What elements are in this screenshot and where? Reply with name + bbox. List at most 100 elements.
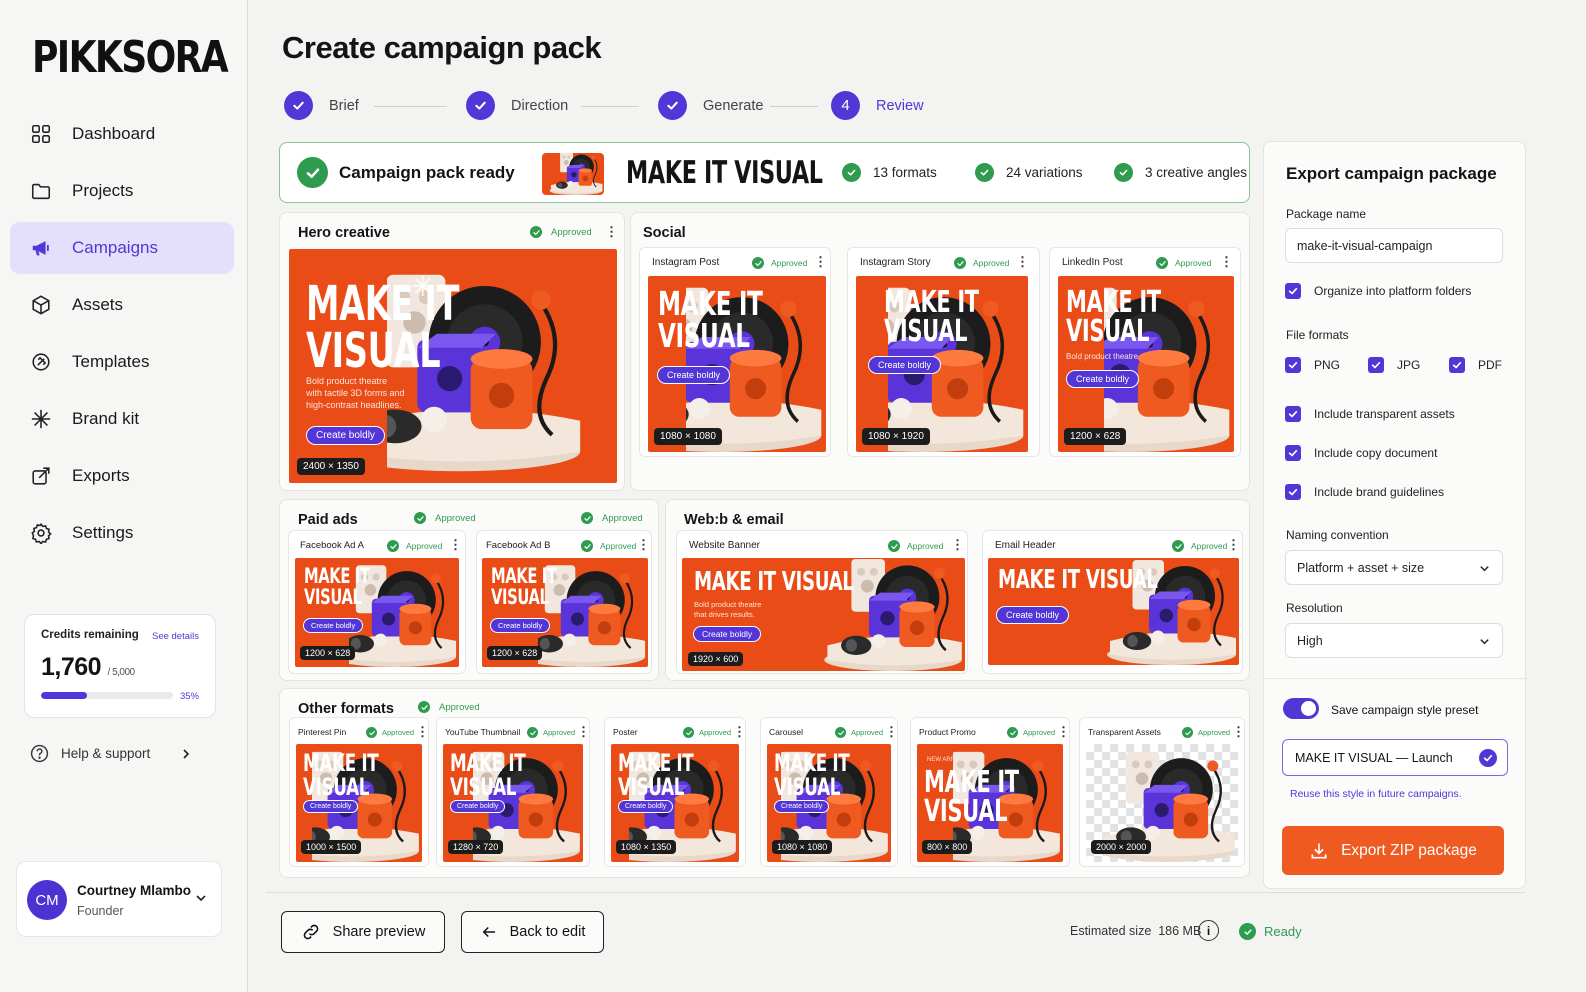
credits-total: / 5,000 (107, 667, 136, 678)
preset-name-input[interactable]: MAKE IT VISUAL — Launch (1282, 739, 1508, 776)
sidebar-item-campaigns[interactable]: Campaigns (10, 222, 234, 274)
more-options-icon[interactable]: ⋮ (1220, 254, 1233, 270)
hero-creative-card: Hero creative Approved ⋮ MAKE IT VISUAL … (279, 212, 625, 491)
approved-badge: Approved (888, 540, 943, 552)
app-logo[interactable]: PIKKSORA (32, 32, 229, 83)
step-generate[interactable]: Generate (658, 91, 763, 120)
more-options-icon[interactable]: ⋮ (577, 724, 590, 740)
button-label: Export ZIP package (1341, 841, 1477, 859)
transparent-assets-checkbox[interactable]: Include transparent assets (1285, 406, 1455, 422)
stepper: Brief Direction Generate 4 Review (282, 91, 982, 123)
more-options-icon[interactable]: ⋮ (1227, 537, 1240, 553)
user-role: Founder (77, 904, 124, 918)
step-label: Brief (329, 97, 359, 114)
cta-pill: Create boldly (774, 800, 830, 813)
tile-product-promo[interactable]: Product Promo Approved ⋮ NEW ARRIVAL MAK… (910, 717, 1070, 867)
more-options-icon[interactable]: ⋮ (733, 724, 746, 740)
tile-website-banner[interactable]: Website Banner Approved ⋮ MAKE IT VISUAL… (676, 530, 968, 674)
hero-creative-image[interactable]: MAKE IT VISUAL ✳ Bold product theatre wi… (289, 249, 617, 483)
more-options-icon[interactable]: ⋮ (1016, 254, 1029, 270)
tile-instagram-post[interactable]: Instagram Post Approved ⋮ MAKE IT VISUAL… (639, 247, 831, 457)
paid-ads-card: Paid ads Approved Approved Facebook Ad A… (279, 499, 659, 681)
cta-pill: Create boldly (303, 618, 364, 633)
sidebar-item-exports[interactable]: Exports (10, 450, 234, 502)
resolution-select[interactable]: High (1285, 623, 1503, 658)
tile-label: Facebook Ad A (300, 540, 364, 551)
format-jpg-checkbox[interactable]: JPG (1368, 357, 1420, 373)
tile-transparent-assets[interactable]: Transparent Assets Approved ⋮ 2000 × 200… (1079, 717, 1245, 867)
more-options-icon[interactable]: ⋮ (814, 254, 827, 270)
creative-thumbnail: MAKE IT VISUAL Create boldly 1080 × 1920 (856, 276, 1028, 452)
sidebar-item-label: Exports (72, 466, 130, 485)
tile-email-header[interactable]: Email Header Approved ⋮ MAKE IT VISUAL C… (982, 530, 1243, 674)
tile-carousel[interactable]: Carousel Approved ⋮ MAKE IT VISUAL Creat… (760, 717, 898, 867)
check-icon (975, 163, 994, 182)
organize-folders-checkbox[interactable]: Organize into platform folders (1285, 283, 1471, 299)
stat-label: 24 variations (1006, 165, 1083, 180)
sidebar-item-brand-kit[interactable]: Brand kit (10, 393, 234, 445)
check-icon (752, 257, 764, 269)
sidebar-nav: Dashboard Projects Campaigns Assets Temp… (10, 108, 234, 564)
tile-label: Pinterest Pin (298, 727, 347, 737)
check-icon (527, 727, 538, 738)
sidebar-item-templates[interactable]: Templates (10, 336, 234, 388)
tile-pinterest-pin[interactable]: Pinterest Pin Approved ⋮ MAKE IT VISUAL … (289, 717, 429, 867)
user-menu[interactable]: CM Courtney Mlambo Founder (16, 861, 222, 937)
back-to-edit-button[interactable]: Back to edit (461, 911, 604, 953)
save-preset-label: Save campaign style preset (1331, 703, 1479, 717)
creative-thumbnail: MAKE IT VISUAL Bold product theatre Crea… (1058, 276, 1234, 452)
step-brief[interactable]: Brief (284, 91, 359, 120)
package-name-label: Package name (1286, 207, 1367, 221)
sidebar-item-dashboard[interactable]: Dashboard (10, 108, 234, 160)
save-preset-toggle[interactable] (1283, 698, 1319, 719)
tile-linkedin-post[interactable]: LinkedIn Post Approved ⋮ MAKE IT VISUAL … (1049, 247, 1241, 457)
brand-guidelines-checkbox[interactable]: Include brand guidelines (1285, 484, 1444, 500)
creative-eyebrow: NEW ARRIVAL (927, 757, 968, 763)
more-options-icon[interactable]: ⋮ (637, 537, 650, 553)
sidebar-item-projects[interactable]: Projects (10, 165, 234, 217)
reuse-style-link[interactable]: Reuse this style in future campaigns. (1290, 788, 1462, 800)
share-preview-button[interactable]: Share preview (281, 911, 445, 953)
more-options-icon[interactable]: ⋮ (885, 724, 898, 740)
sidebar-item-assets[interactable]: Assets (10, 279, 234, 331)
see-details-link[interactable]: See details (152, 631, 199, 642)
file-formats-label: File formats (1286, 328, 1349, 342)
format-png-checkbox[interactable]: PNG (1285, 357, 1340, 373)
approved-label: Approved (1198, 728, 1231, 737)
step-direction[interactable]: Direction (466, 91, 568, 120)
more-options-icon[interactable]: ⋮ (1232, 724, 1245, 740)
approved-label: Approved (439, 701, 480, 713)
tile-poster[interactable]: Poster Approved ⋮ MAKE IT VISUAL Create … (604, 717, 746, 867)
export-zip-button[interactable]: Export ZIP package (1282, 826, 1504, 875)
package-name-input[interactable]: make-it-visual-campaign (1285, 228, 1503, 263)
more-options-icon[interactable]: ⋮ (1057, 724, 1070, 740)
approved-label: Approved (851, 728, 884, 737)
tile-instagram-story[interactable]: Instagram Story Approved ⋮ MAKE IT VISUA… (847, 247, 1040, 457)
format-pdf-checkbox[interactable]: PDF (1449, 357, 1502, 373)
user-name: Courtney Mlambo (77, 883, 192, 898)
creative-thumbnail: MAKE IT VISUAL Create boldly (988, 558, 1239, 665)
tile-facebook-ad-a[interactable]: Facebook Ad A Approved ⋮ MAKE IT VISUAL … (288, 530, 466, 674)
cta-pill: Create boldly (490, 618, 551, 633)
check-icon (1172, 540, 1184, 552)
step-label: Review (876, 97, 924, 114)
cta-pill: Create boldly (618, 800, 674, 813)
more-options-icon[interactable]: ⋮ (449, 537, 462, 553)
help-support-link[interactable]: Help & support (30, 744, 192, 763)
more-options-icon[interactable]: ⋮ (416, 724, 429, 740)
step-label: Direction (511, 97, 569, 114)
copy-document-checkbox[interactable]: Include copy document (1285, 445, 1437, 461)
more-options-icon[interactable]: ⋮ (951, 537, 964, 553)
info-icon[interactable]: i (1198, 920, 1219, 941)
tile-label: Transparent Assets (1088, 727, 1161, 737)
stat-angles: 3 creative angles (1114, 163, 1247, 182)
credits-percent: 35% (179, 691, 199, 702)
step-review[interactable]: 4 Review (831, 91, 924, 120)
tile-youtube-thumbnail[interactable]: YouTube Thumbnail Approved ⋮ MAKE IT VIS… (436, 717, 590, 867)
sidebar-item-settings[interactable]: Settings (10, 507, 234, 559)
status-label: Ready (1264, 924, 1302, 939)
check-circle-icon (1479, 749, 1497, 767)
naming-convention-select[interactable]: Platform + asset + size (1285, 550, 1503, 585)
more-options-icon[interactable]: ⋮ (605, 224, 618, 240)
tile-facebook-ad-b[interactable]: Facebook Ad B Approved ⋮ MAKE IT VISUAL … (476, 530, 652, 674)
